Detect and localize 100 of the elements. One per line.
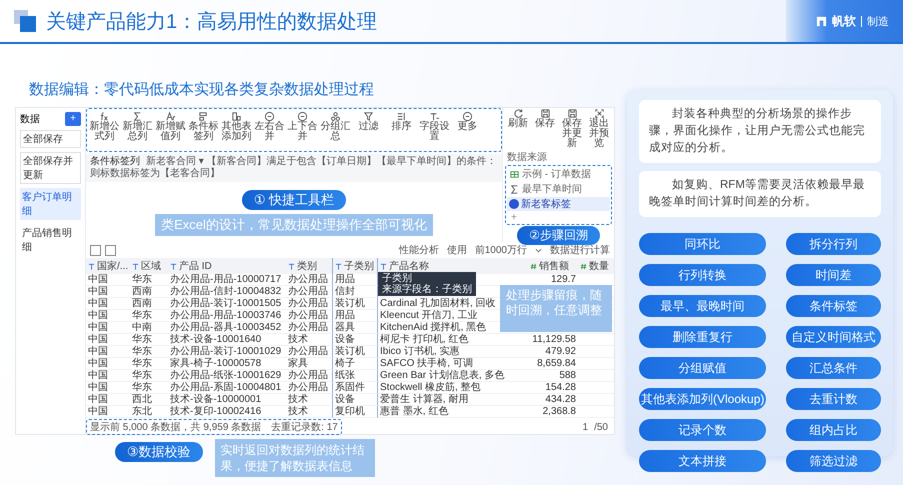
- table-cell: 办公用品-装订-10001029: [168, 346, 286, 358]
- analysis-link[interactable]: 性能分析: [398, 243, 439, 257]
- toolbar-button[interactable]: 其他表添加列: [221, 111, 252, 142]
- save-all-button[interactable]: 全部保存: [20, 130, 81, 148]
- feature-button[interactable]: 行列转换: [639, 264, 766, 286]
- number-type-icon: [580, 262, 587, 270]
- feature-button[interactable]: 拆分行列: [786, 233, 881, 255]
- action-button[interactable]: 保存: [532, 108, 558, 149]
- column-header[interactable]: 区域: [130, 258, 168, 274]
- logo-icon: [816, 16, 827, 26]
- condition-label: 条件标签列: [90, 156, 140, 168]
- toolbar-button[interactable]: 排序: [386, 111, 417, 132]
- sum-icon: [509, 184, 520, 194]
- table-cell: 装订机: [332, 298, 378, 310]
- column-header[interactable]: 数量: [578, 258, 614, 274]
- sidebar-item[interactable]: 产品销售明细: [20, 224, 81, 256]
- use-label: 使用: [446, 244, 467, 257]
- action-button[interactable]: 保存并更新: [559, 108, 585, 149]
- table-cell: 办公用品: [286, 310, 332, 322]
- brand-name: 帆软: [832, 12, 856, 30]
- column-header[interactable]: 产品 ID: [168, 258, 286, 274]
- toolbar-button[interactable]: 新增赋值列: [155, 111, 186, 142]
- sum-icon: [132, 111, 143, 122]
- merge-icon: [264, 111, 275, 122]
- step-item[interactable]: 最早下单时间: [507, 182, 610, 196]
- table-cell: 办公用品-器具-10003452: [168, 322, 286, 334]
- filter-icon: [363, 111, 374, 122]
- feature-button[interactable]: 条件标签: [786, 295, 881, 317]
- column-header[interactable]: 销售额: [528, 258, 578, 274]
- tag-icon: [198, 111, 209, 122]
- table-cell: 设备: [332, 334, 378, 346]
- feature-button[interactable]: 删除重复行: [639, 326, 766, 348]
- table-cell: 434.28: [528, 394, 578, 406]
- feature-button[interactable]: 筛选过滤: [786, 450, 881, 472]
- table-cell: 办公用品: [286, 298, 332, 310]
- toolbar-button[interactable]: 分组汇总: [320, 111, 351, 142]
- table-cell: 办公用品: [286, 274, 332, 286]
- table-cell: 中国: [86, 370, 130, 382]
- column-header[interactable]: 类别: [286, 258, 332, 274]
- text-icon: [165, 111, 176, 122]
- rows-dropdown[interactable]: 前1000万行: [474, 243, 527, 257]
- feature-button[interactable]: 去重计数: [786, 388, 881, 410]
- save-all-button[interactable]: 全部保存并更新: [20, 152, 81, 184]
- toolbar-button[interactable]: 字段设置: [419, 111, 450, 142]
- table-cell: Green Bar 计划信息表, 多色: [378, 370, 528, 382]
- step-item[interactable]: 新老客标签: [507, 197, 610, 211]
- column-header[interactable]: 产品名称: [378, 258, 528, 274]
- table-cell: 复印机: [332, 406, 378, 418]
- table-cell: 154.28: [528, 382, 578, 394]
- toolbar-button[interactable]: 新增公式列: [89, 111, 120, 142]
- table-cell: 11,129.58: [528, 334, 578, 346]
- column-header[interactable]: 国家/...: [86, 258, 130, 274]
- column-header[interactable]: 子类别: [332, 258, 378, 274]
- sort-icon: [396, 111, 407, 122]
- table-cell: 中国: [86, 274, 130, 286]
- feature-button[interactable]: 记录个数: [639, 419, 766, 441]
- table-cell: 技术-设备-10001640: [168, 334, 286, 346]
- add-step-button[interactable]: +: [507, 212, 517, 223]
- table-cell: 中国: [86, 394, 130, 406]
- feature-button[interactable]: 分组赋值: [639, 357, 766, 379]
- toolbar-button[interactable]: 上下合并: [287, 111, 318, 142]
- step-item[interactable]: 示例 - 订单数据: [507, 167, 610, 181]
- table-cell: 椅子: [332, 358, 378, 370]
- feature-button[interactable]: 文本拼接: [639, 450, 766, 472]
- toolbar-button[interactable]: 条件标签列: [188, 111, 219, 142]
- chevron-down-icon: [535, 246, 542, 254]
- toolbar-button[interactable]: 更多: [452, 111, 483, 132]
- table-cell: 中国: [86, 358, 130, 370]
- table-cell: 办公用品: [286, 322, 332, 334]
- text-type-icon: [88, 262, 95, 270]
- toolbar-button[interactable]: 左右合并: [254, 111, 285, 142]
- steps-title: 数据来源: [507, 150, 547, 164]
- toolbar-button[interactable]: 新增汇总列: [122, 111, 153, 142]
- refresh-icon: [512, 108, 524, 119]
- formula-icon: [99, 111, 110, 122]
- sidebar-item[interactable]: 客户订单明细: [20, 188, 81, 220]
- section-subtitle: 数据编辑：零代码低成本实现各类复杂数据处理过程: [29, 80, 375, 99]
- feature-button[interactable]: 其他表添加列(Vlookup): [639, 388, 766, 410]
- table-cell: 办公用品-纸张-10001629: [168, 370, 286, 382]
- callout-badge: ③数据校验: [115, 442, 203, 462]
- feature-button[interactable]: 自定义时间格式: [786, 326, 881, 348]
- feature-button[interactable]: 时间差: [786, 264, 881, 286]
- table-cell: 中国: [86, 334, 130, 346]
- text-type-icon: [132, 262, 139, 270]
- table-cell: Stockwell 橡皮筋, 整包: [378, 382, 528, 394]
- grid-view-icon[interactable]: [90, 244, 101, 256]
- action-button[interactable]: 刷新: [505, 108, 531, 149]
- add-button[interactable]: +: [65, 112, 81, 126]
- table-cell: 设备: [332, 394, 378, 406]
- feature-button[interactable]: 组内占比: [786, 419, 881, 441]
- action-button[interactable]: 退出并预览: [586, 108, 612, 149]
- list-view-icon[interactable]: [105, 244, 116, 256]
- feature-button[interactable]: 同环比: [639, 233, 766, 255]
- feature-button[interactable]: 汇总条件: [786, 357, 881, 379]
- feature-button[interactable]: 最早、最晚时间: [639, 295, 766, 317]
- table-cell: 技术-复印-10002416: [168, 406, 286, 418]
- table-cell: 588: [528, 370, 578, 382]
- row-summary: 显示前 5,000 条数据，共 9,959 条数据: [90, 420, 262, 434]
- toolbar-button[interactable]: 过滤: [353, 111, 384, 132]
- page-field[interactable]: 1: [582, 422, 588, 432]
